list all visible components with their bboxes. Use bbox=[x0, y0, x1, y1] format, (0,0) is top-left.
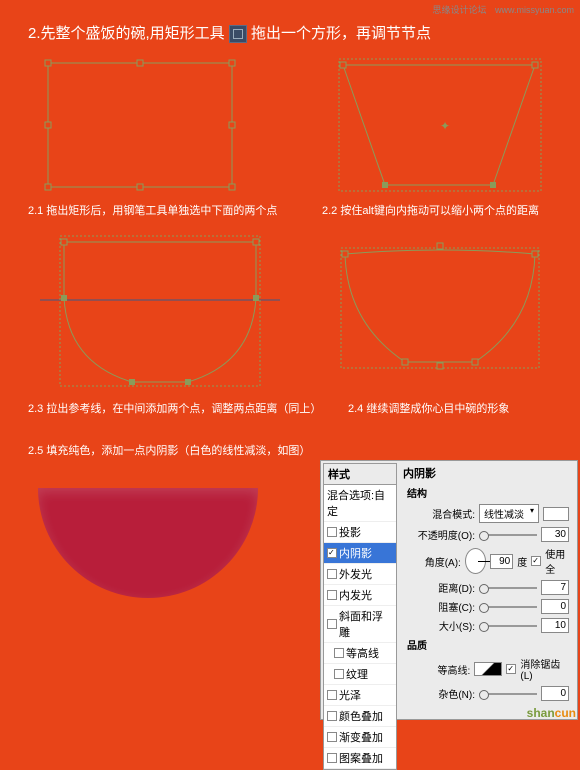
style-item[interactable]: 图案叠加 bbox=[324, 748, 396, 769]
forum-url: www.missyuan.com bbox=[495, 5, 574, 15]
global-light-checkbox[interactable] bbox=[531, 556, 541, 566]
style-item-label: 渐变叠加 bbox=[339, 729, 383, 745]
distance-slider[interactable] bbox=[479, 587, 537, 589]
style-checkbox[interactable] bbox=[327, 590, 337, 600]
angle-value[interactable]: 90 bbox=[490, 554, 513, 569]
opacity-label: 不透明度(O): bbox=[407, 527, 475, 542]
angle-unit: 度 bbox=[517, 554, 527, 569]
shape-step-4 bbox=[335, 228, 545, 388]
style-item[interactable]: 内阴影 bbox=[324, 543, 396, 564]
size-slider[interactable] bbox=[479, 625, 537, 627]
style-list-header: 样式 bbox=[324, 464, 396, 485]
style-item[interactable]: 斜面和浮雕 bbox=[324, 606, 396, 643]
step-2-4-caption: 2.4 继续调整成你心目中碗的形象 bbox=[348, 400, 509, 416]
style-checkbox[interactable] bbox=[327, 732, 337, 742]
contour-picker[interactable] bbox=[474, 662, 502, 676]
style-checkbox[interactable] bbox=[327, 619, 337, 629]
style-item-label: 斜面和浮雕 bbox=[339, 608, 393, 640]
distance-label: 距离(D): bbox=[407, 580, 475, 595]
style-checkbox[interactable] bbox=[327, 527, 337, 537]
style-item[interactable]: 光泽 bbox=[324, 685, 396, 706]
noise-label: 杂色(N): bbox=[407, 686, 475, 701]
antialias-label: 消除锯齿(L) bbox=[520, 656, 569, 682]
contour-label: 等高线: bbox=[407, 662, 470, 677]
antialias-checkbox[interactable] bbox=[506, 664, 516, 674]
style-item[interactable]: 投影 bbox=[324, 522, 396, 543]
style-checkbox[interactable] bbox=[327, 711, 337, 721]
layer-style-dialog: 样式 混合选项:自定投影内阴影外发光内发光斜面和浮雕等高线纹理光泽颜色叠加渐变叠… bbox=[320, 460, 578, 720]
style-item-label: 外发光 bbox=[339, 566, 372, 582]
svg-text:✦: ✦ bbox=[440, 119, 450, 133]
choke-slider[interactable] bbox=[479, 606, 537, 608]
shape-step-1 bbox=[40, 55, 240, 195]
color-swatch[interactable] bbox=[543, 507, 569, 521]
size-value[interactable]: 10 bbox=[541, 618, 569, 633]
main-title: 2.先整个盛饭的碗,用矩形工具 拖出一个方形，再调节节点 bbox=[28, 22, 431, 43]
step-2-3-caption: 2.3 拉出参考线，在中间添加两个点，调整两点距离（同上） bbox=[28, 400, 321, 416]
style-settings-panel: 内阴影 结构 混合模式: 线性减淡 不透明度(O): 30 角度(A): 90 … bbox=[401, 463, 575, 703]
size-label: 大小(S): bbox=[407, 618, 475, 633]
style-checkbox[interactable] bbox=[334, 648, 344, 658]
style-checkbox[interactable] bbox=[334, 669, 344, 679]
angle-label: 角度(A): bbox=[407, 554, 461, 569]
style-item-label: 内阴影 bbox=[339, 545, 372, 561]
step-2-5-caption: 2.5 填充纯色，添加一点内阴影（白色的线性减淡，如图） bbox=[28, 442, 310, 458]
shape-step-2: ✦ bbox=[335, 55, 545, 195]
style-checkbox[interactable] bbox=[327, 569, 337, 579]
noise-value[interactable]: 0 bbox=[541, 686, 569, 701]
shape-step-3 bbox=[40, 228, 280, 393]
forum-name: 思缘设计论坛 bbox=[432, 5, 486, 15]
step-2-2-caption: 2.2 按住alt键向内拖动可以缩小两个点的距离 bbox=[322, 202, 539, 218]
bowl-result bbox=[38, 488, 258, 608]
style-checkbox[interactable] bbox=[327, 548, 337, 558]
style-list: 样式 混合选项:自定投影内阴影外发光内发光斜面和浮雕等高线纹理光泽颜色叠加渐变叠… bbox=[323, 463, 397, 770]
style-item-label: 光泽 bbox=[339, 687, 361, 703]
angle-dial[interactable] bbox=[465, 548, 486, 574]
global-light-label: 使用全 bbox=[545, 546, 569, 576]
opacity-slider[interactable] bbox=[479, 534, 537, 536]
style-item[interactable]: 混合选项:自定 bbox=[324, 485, 396, 522]
style-item-label: 等高线 bbox=[346, 645, 379, 661]
watermark: shancun bbox=[527, 706, 576, 720]
style-item-label: 混合选项:自定 bbox=[327, 487, 393, 519]
style-item-label: 纹理 bbox=[346, 666, 368, 682]
style-item[interactable]: 等高线 bbox=[324, 643, 396, 664]
blend-mode-select[interactable]: 线性减淡 bbox=[479, 504, 539, 523]
style-item-label: 图案叠加 bbox=[339, 750, 383, 766]
style-item[interactable]: 内发光 bbox=[324, 585, 396, 606]
style-item[interactable]: 纹理 bbox=[324, 664, 396, 685]
header-credit: 思缘设计论坛 www.missyuan.com bbox=[426, 3, 574, 16]
noise-slider[interactable] bbox=[479, 693, 537, 695]
style-checkbox[interactable] bbox=[327, 753, 337, 763]
opacity-value[interactable]: 30 bbox=[541, 527, 569, 542]
style-item[interactable]: 渐变叠加 bbox=[324, 727, 396, 748]
blend-mode-label: 混合模式: bbox=[407, 506, 475, 521]
style-item-label: 内发光 bbox=[339, 587, 372, 603]
style-item[interactable]: 外发光 bbox=[324, 564, 396, 585]
style-checkbox[interactable] bbox=[327, 690, 337, 700]
choke-label: 阻塞(C): bbox=[407, 599, 475, 614]
section-structure: 结构 bbox=[401, 483, 575, 502]
choke-value[interactable]: 0 bbox=[541, 599, 569, 614]
style-item-label: 投影 bbox=[339, 524, 361, 540]
style-item[interactable]: 颜色叠加 bbox=[324, 706, 396, 727]
bowl-shape bbox=[38, 488, 258, 598]
distance-value[interactable]: 7 bbox=[541, 580, 569, 595]
rectangle-tool-icon bbox=[229, 25, 247, 43]
step-2-1-caption: 2.1 拖出矩形后，用钢笔工具单独选中下面的两个点 bbox=[28, 202, 277, 218]
section-quality: 品质 bbox=[401, 635, 575, 654]
panel-title: 内阴影 bbox=[401, 463, 575, 483]
